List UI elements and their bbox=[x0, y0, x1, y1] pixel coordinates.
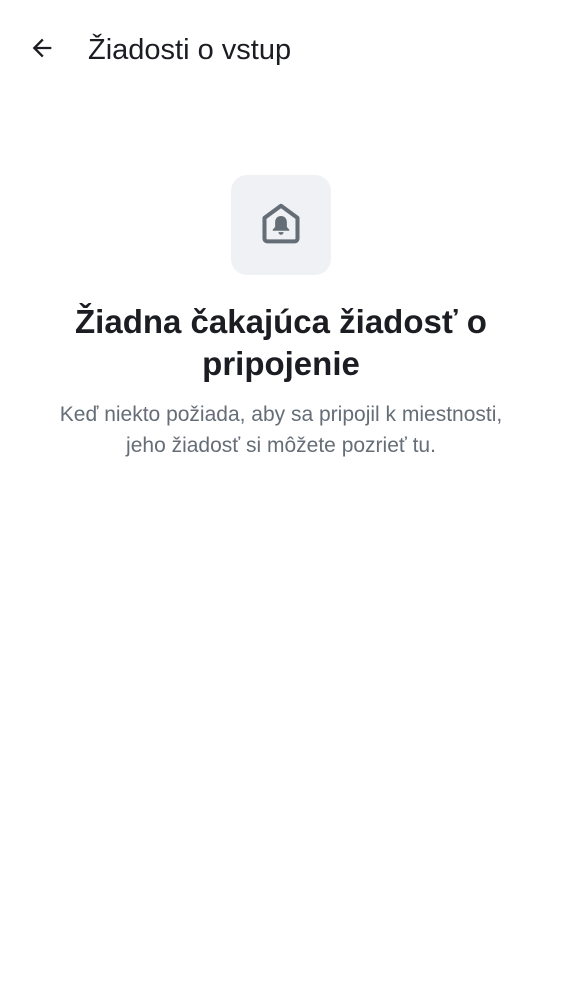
empty-state-description: Keď niekto požiada, aby sa pripojil k mi… bbox=[59, 403, 503, 457]
join-requests-screen: Žiadosti o vstup Žiadna čakajúca žiadosť… bbox=[0, 0, 562, 1000]
empty-state-heading: Žiadna čakajúca žiadosť o pripojenie bbox=[75, 303, 487, 382]
top-app-bar: Žiadosti o vstup bbox=[0, 0, 562, 100]
back-button[interactable] bbox=[18, 26, 66, 74]
room-notification-icon bbox=[259, 201, 303, 250]
empty-state-icon-tile bbox=[231, 175, 331, 275]
page-title: Žiadosti o vstup bbox=[88, 34, 292, 66]
empty-state: Žiadna čakajúca žiadosť o pripojenie Keď… bbox=[0, 175, 562, 461]
arrow-left-icon bbox=[28, 34, 56, 67]
